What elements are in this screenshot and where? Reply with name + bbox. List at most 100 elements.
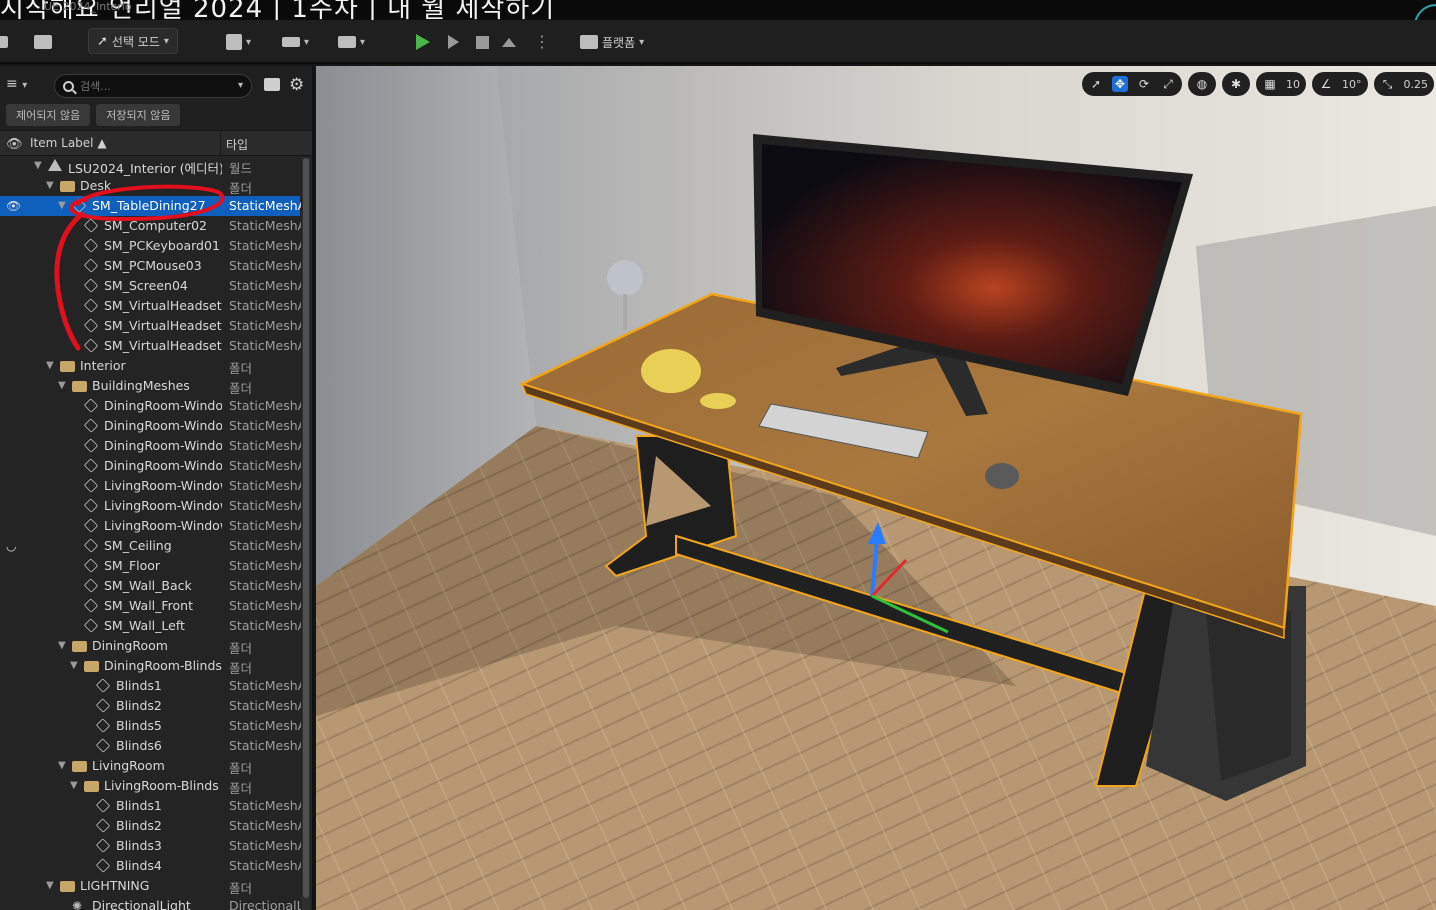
expand-arrow-icon[interactable]: ▼	[46, 180, 54, 191]
outliner-row[interactable]: Blinds3 StaticMeshA	[0, 836, 301, 856]
new-folder-icon[interactable]	[264, 78, 280, 91]
outliner-row[interactable]: DiningRoom-Window StaticMeshA	[0, 416, 301, 436]
platforms-dropdown[interactable]: 플랫폼 ▾	[580, 28, 644, 56]
outliner-row[interactable]: SM_VirtualHeadsetC StaticMeshA	[0, 316, 301, 336]
move-tool-icon[interactable]: ✥	[1112, 76, 1128, 92]
stop-button[interactable]	[476, 28, 489, 56]
globe-icon[interactable]: ◍	[1194, 76, 1210, 92]
outliner-row[interactable]: SM_VirtualHeadsetC StaticMeshA	[0, 336, 301, 356]
expand-arrow-icon[interactable]: ▼	[58, 200, 66, 211]
expand-arrow-icon[interactable]: ▼	[70, 660, 78, 671]
eye-icon[interactable]: 👁	[6, 199, 21, 213]
outliner-row[interactable]: SM_Floor StaticMeshA	[0, 556, 301, 576]
expand-arrow-icon[interactable]: ▼	[58, 640, 66, 651]
select-mode-dropdown[interactable]: ➚ 선택 모드 ▾	[88, 28, 178, 54]
chip-unsaved[interactable]: 저장되지 않음	[96, 104, 181, 126]
grid-snap-value[interactable]: 10	[1286, 78, 1300, 91]
column-divider[interactable]	[220, 131, 221, 157]
grid-icon[interactable]: ▦	[1262, 76, 1278, 92]
outliner-row[interactable]: LivingRoom-Window StaticMeshA	[0, 476, 301, 496]
outliner-row[interactable]: ▼ Interior 폴더	[0, 356, 300, 376]
outliner-row[interactable]: Blinds1 StaticMeshA	[0, 796, 301, 816]
outliner-row[interactable]: Blinds2 StaticMeshA	[0, 696, 301, 716]
outliner-row[interactable]: Blinds4 StaticMeshA	[0, 856, 301, 876]
outliner-row[interactable]: SM_Wall_Back StaticMeshA	[0, 576, 301, 596]
add-actor-button[interactable]: ▾	[226, 28, 251, 56]
eye-closed-icon[interactable]: ◡	[6, 539, 16, 553]
outliner-row[interactable]: 👁 ▼ SM_TableDining27 StaticMeshA	[0, 196, 301, 216]
eject-button[interactable]	[502, 28, 516, 56]
column-item-label[interactable]: Item Label ▲	[30, 136, 107, 150]
outliner-scrollbar[interactable]	[302, 158, 310, 910]
outliner-row[interactable]: ▼ DiningRoom-Blinds 폴더	[0, 656, 300, 676]
item-type: 폴더	[229, 361, 253, 376]
outliner-row[interactable]: SM_Wall_Front StaticMeshA	[0, 596, 301, 616]
expand-arrow-icon[interactable]: ▼	[46, 880, 54, 891]
outliner-row[interactable]: ▼ LivingRoom-Blinds 폴더	[0, 776, 300, 796]
content-browser-button[interactable]	[34, 28, 52, 56]
eject-icon	[502, 37, 516, 47]
outliner-row[interactable]: SM_Screen04 StaticMeshA	[0, 276, 301, 296]
chevron-down-icon[interactable]: ▾	[238, 80, 243, 91]
expand-arrow-icon[interactable]: ▼	[58, 380, 66, 391]
scale-snap-icon[interactable]: ⤡	[1380, 76, 1396, 92]
scrollbar-thumb[interactable]	[303, 158, 309, 898]
outliner-row[interactable]: DiningRoom-Window StaticMeshA	[0, 456, 301, 476]
expand-arrow-icon[interactable]: ▼	[46, 360, 54, 371]
filter-button[interactable]: ≡ ▾	[6, 76, 27, 92]
advance-frame-button[interactable]	[448, 28, 459, 56]
scale-tool-icon[interactable]: ⤢	[1160, 76, 1176, 92]
cinematics-button[interactable]: ▾	[338, 28, 365, 56]
circle-overlay-icon	[1414, 4, 1436, 20]
outliner-row[interactable]: DiningRoom-Window StaticMeshA	[0, 396, 301, 416]
outliner-row[interactable]: ▼ LIGHTNING 폴더	[0, 876, 300, 896]
outliner-row[interactable]: DiningRoom-Window StaticMeshA	[0, 436, 301, 456]
play-options-button[interactable]: ⋮	[534, 28, 550, 56]
scale-snap[interactable]: ⤡ 0.25	[1373, 72, 1434, 96]
gear-icon[interactable]: ⚙	[289, 75, 304, 95]
outliner-row[interactable]: SM_PCKeyboard01 StaticMeshA	[0, 236, 301, 256]
outliner-row[interactable]: LivingRoom-Window StaticMeshA	[0, 496, 301, 516]
outliner-search[interactable]: ▾	[54, 74, 252, 98]
surface-snapping[interactable]: ✱	[1222, 72, 1250, 96]
select-tool-icon[interactable]: ➚	[1088, 76, 1104, 92]
outliner-row[interactable]: SM_VirtualHeadsetC StaticMeshA	[0, 296, 301, 316]
scale-snap-value[interactable]: 0.25	[1404, 78, 1429, 91]
angle-icon[interactable]: ∠	[1318, 76, 1334, 92]
rotation-snap-value[interactable]: 10°	[1342, 78, 1362, 91]
outliner-row[interactable]: Blinds5 StaticMeshA	[0, 716, 301, 736]
outliner-row[interactable]: LivingRoom-Window StaticMeshA	[0, 516, 301, 536]
outliner-row[interactable]: SM_Computer02 StaticMeshA	[0, 216, 301, 236]
expand-arrow-icon[interactable]: ▼	[70, 780, 78, 791]
rotation-snap[interactable]: ∠ 10°	[1312, 72, 1368, 96]
grid-snap[interactable]: ▦ 10	[1256, 72, 1306, 96]
outliner-row[interactable]: SM_Wall_Left StaticMeshA	[0, 616, 301, 636]
outliner-row[interactable]: ▼ DiningRoom 폴더	[0, 636, 300, 656]
coordinate-system[interactable]: ◍	[1188, 72, 1216, 96]
surface-snap-icon[interactable]: ✱	[1228, 76, 1244, 92]
chip-uncontrolled[interactable]: 제어되지 않음	[6, 104, 91, 126]
expand-arrow-icon[interactable]: ▼	[34, 160, 42, 171]
outliner-row[interactable]: ▼ BuildingMeshes 폴더	[0, 376, 300, 396]
eye-icon[interactable]: 👁	[6, 137, 23, 152]
rotate-tool-icon[interactable]: ⟳	[1136, 76, 1152, 92]
item-label: Blinds5	[116, 718, 162, 733]
expand-arrow-icon[interactable]: ▼	[58, 760, 66, 771]
outliner-row[interactable]: SM_PCMouse03 StaticMeshA	[0, 256, 301, 276]
level-viewport[interactable]: ➚ ✥ ⟳ ⤢ ◍ ✱ ▦ 10 ∠ 10° ⤡ 0.25	[316, 66, 1436, 910]
outliner-row[interactable]: Blinds1 StaticMeshA	[0, 676, 301, 696]
outliner-row[interactable]: ▼ Desk 폴더	[0, 176, 300, 196]
outliner-row[interactable]: ▼ LivingRoom 폴더	[0, 756, 300, 776]
save-button[interactable]	[0, 28, 8, 56]
play-button[interactable]	[416, 28, 430, 56]
outliner-row[interactable]: Blinds2 StaticMeshA	[0, 816, 301, 836]
search-input[interactable]	[80, 79, 220, 93]
mesh-icon	[83, 618, 99, 633]
outliner-row[interactable]: ✺ DirectionalLight DirectionalL	[0, 896, 301, 910]
outliner-row[interactable]: ▼ LSU2024_Interior (에디터) 월드	[0, 156, 300, 176]
chevron-down-icon: ▾	[360, 36, 366, 48]
column-type[interactable]: 타입	[226, 136, 248, 153]
outliner-row[interactable]: Blinds6 StaticMeshA	[0, 736, 301, 756]
outliner-row[interactable]: ◡ SM_Ceiling StaticMeshA	[0, 536, 301, 556]
blueprint-button[interactable]: ▾	[282, 28, 309, 56]
